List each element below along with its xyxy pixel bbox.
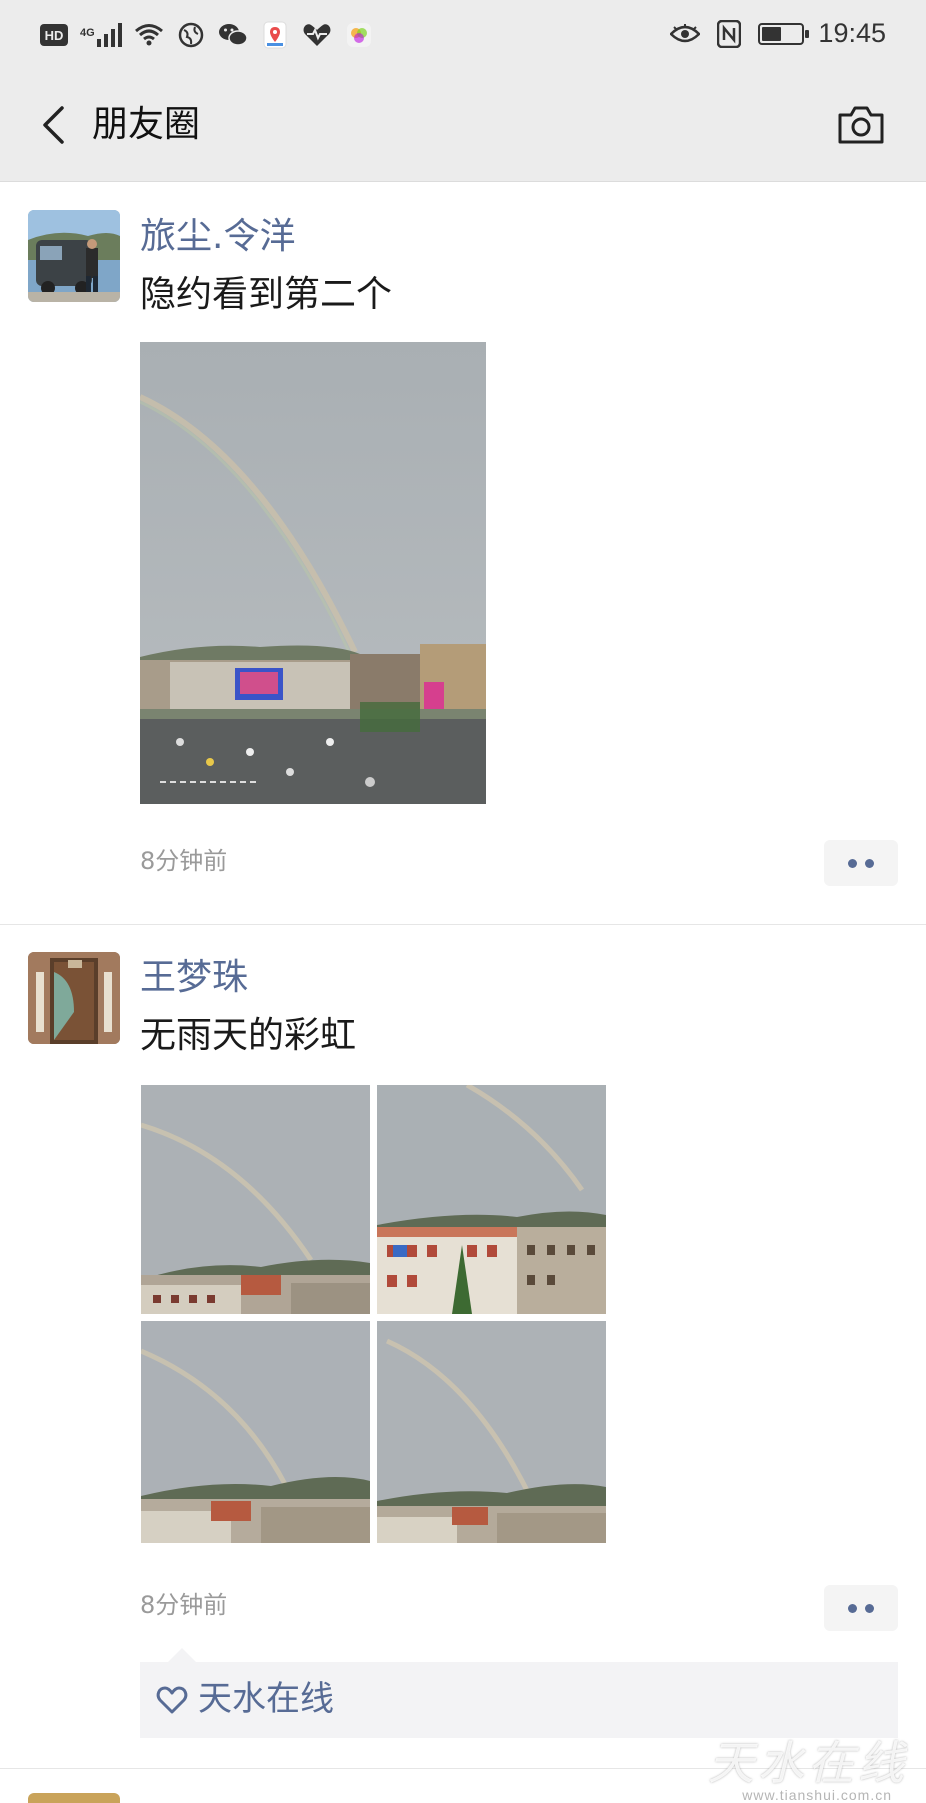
globe-icon	[176, 20, 206, 50]
avatar[interactable]	[28, 952, 120, 1044]
more-actions-button[interactable]	[824, 840, 898, 886]
dot-icon	[848, 858, 857, 868]
status-time: 19:45	[818, 18, 886, 48]
app-icon	[344, 20, 374, 50]
dot-icon	[865, 858, 874, 868]
camera-button[interactable]	[834, 100, 888, 150]
post-photo[interactable]	[140, 342, 486, 804]
page-title: 朋友圈	[92, 104, 201, 145]
hd-icon: HD	[40, 24, 68, 46]
avatar[interactable]	[28, 1793, 120, 1803]
post-text: 无雨天的彩虹	[140, 1015, 357, 1056]
maps-icon	[260, 20, 290, 50]
post-photo-4[interactable]	[377, 1321, 606, 1543]
eye-icon	[670, 19, 701, 49]
signal-icon	[96, 23, 122, 47]
post-photo-1[interactable]	[141, 1085, 370, 1314]
nav-bar: 朋友圈	[0, 70, 926, 182]
status-bar: HD 4G 19:45	[0, 0, 926, 70]
nfc-icon	[714, 19, 744, 49]
heart-icon	[156, 1686, 188, 1714]
more-actions-button[interactable]	[824, 1585, 898, 1631]
post-photo-3[interactable]	[141, 1321, 370, 1543]
post-username[interactable]: 旅尘.令洋	[140, 214, 295, 260]
watermark-logo: 天水在线	[708, 1736, 908, 1790]
chevron-left-icon	[43, 106, 64, 144]
network-type-label: 4G	[80, 27, 95, 39]
post-divider	[0, 924, 926, 925]
avatar[interactable]	[28, 210, 120, 302]
post-photo-2[interactable]	[377, 1085, 606, 1314]
post-timestamp: 8分钟前	[140, 847, 228, 875]
health-icon	[302, 20, 332, 50]
post-text: 隐约看到第二个	[140, 274, 393, 315]
watermark-url: www.tianshui.com.cn	[742, 1787, 892, 1803]
dot-icon	[848, 1603, 857, 1613]
back-button[interactable]	[28, 100, 78, 150]
camera-icon	[838, 106, 884, 144]
dot-icon	[865, 1603, 874, 1613]
battery-icon	[758, 22, 810, 45]
post-username[interactable]: 王梦珠	[140, 955, 248, 1001]
wechat-icon	[218, 20, 248, 50]
like-user-name[interactable]: 天水在线	[198, 1676, 334, 1722]
wifi-icon	[134, 20, 164, 50]
post-timestamp: 8分钟前	[140, 1591, 228, 1619]
